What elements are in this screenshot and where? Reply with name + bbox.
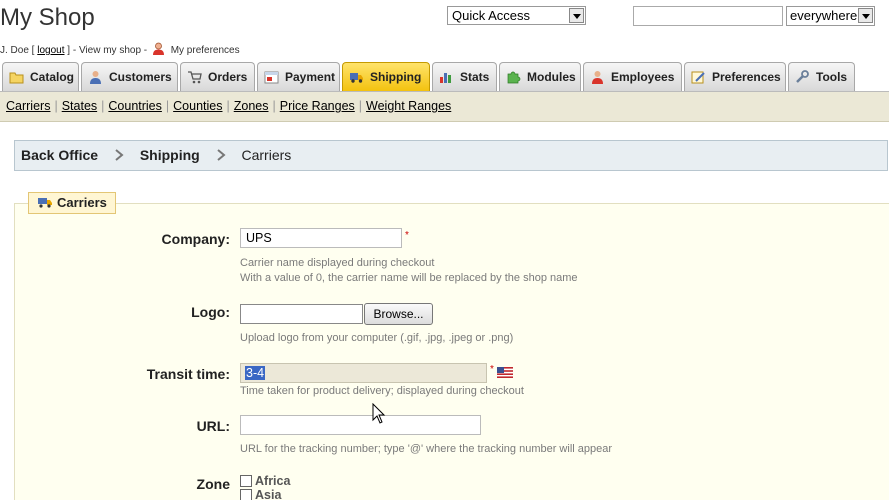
- tab-label: Stats: [460, 70, 490, 84]
- separator: |: [165, 99, 170, 113]
- tab-modules[interactable]: Modules: [499, 62, 581, 91]
- customer-icon: [90, 71, 101, 84]
- chevron-right-icon: [216, 149, 226, 161]
- separator: |: [226, 99, 230, 113]
- breadcrumb: Back Office Shipping Carriers: [14, 140, 888, 171]
- language-flag-icon[interactable]: [497, 367, 513, 378]
- preferences-icon: [691, 71, 705, 84]
- tab-label: Customers: [109, 70, 172, 84]
- tab-label: Shipping: [370, 70, 422, 84]
- tab-customers[interactable]: Customers: [81, 62, 178, 91]
- logo-hint: Upload logo from your computer (.gif, .j…: [240, 332, 514, 344]
- transit-time-hint: Time taken for product delivery; display…: [240, 385, 524, 397]
- checkbox[interactable]: [240, 475, 252, 487]
- subnav-counties[interactable]: Counties: [173, 99, 222, 113]
- puzzle-icon: [507, 71, 521, 84]
- payment-icon: [264, 71, 279, 84]
- company-label: Company:: [161, 231, 230, 247]
- transit-time-value: 3-4: [245, 366, 266, 380]
- mouse-cursor-icon: [372, 403, 386, 424]
- bar-chart-icon: [440, 73, 451, 83]
- subnav-weight-ranges[interactable]: Weight Ranges: [366, 99, 451, 113]
- subnav-price-ranges[interactable]: Price Ranges: [280, 99, 355, 113]
- url-label: URL:: [196, 418, 230, 434]
- tab-payment[interactable]: Payment: [257, 62, 340, 91]
- required-mark: *: [405, 230, 409, 241]
- tab-shipping[interactable]: Shipping: [342, 62, 430, 91]
- zone-option-label: Asia: [255, 488, 282, 500]
- separator: |: [272, 99, 276, 113]
- separator: |: [54, 99, 58, 113]
- company-hint-2: With a value of 0, the carrier name will…: [240, 272, 578, 284]
- user-name: J. Doe [: [0, 45, 35, 56]
- employee-icon: [592, 71, 603, 84]
- company-input[interactable]: UPS: [240, 228, 402, 248]
- legend-label: Carriers: [57, 195, 107, 210]
- tab-label: Tools: [816, 70, 848, 84]
- transit-time-input[interactable]: 3-4: [240, 363, 487, 383]
- tab-stats[interactable]: Stats: [432, 62, 497, 91]
- subnav-carriers[interactable]: Carriers: [6, 99, 50, 113]
- search-scope-value: everywhere: [790, 8, 858, 23]
- logout-link[interactable]: logout: [37, 45, 64, 56]
- view-shop-link[interactable]: ] - View my shop -: [67, 45, 147, 56]
- tab-label: Catalog: [30, 70, 75, 84]
- chevron-right-icon: [115, 149, 124, 161]
- truck-icon: [350, 73, 363, 83]
- form-legend: Carriers: [28, 192, 116, 214]
- separator: |: [101, 99, 105, 113]
- tab-label: Payment: [285, 70, 336, 84]
- user-preferences-icon: [152, 42, 164, 55]
- logo-file-input[interactable]: [240, 304, 363, 324]
- truck-icon: [38, 198, 52, 208]
- folder-icon: [9, 72, 24, 84]
- tab-label: Modules: [527, 70, 576, 84]
- tab-tools[interactable]: Tools: [788, 62, 855, 91]
- subnav-states[interactable]: States: [62, 99, 97, 113]
- cart-icon: [188, 71, 202, 84]
- user-line: J. Doe [ logout ] - View my shop - My pr…: [0, 42, 240, 56]
- logo-label: Logo:: [191, 304, 230, 320]
- breadcrumb-carriers: Carriers: [241, 147, 292, 163]
- wrench-icon: [796, 70, 809, 83]
- subnav-countries[interactable]: Countries: [108, 99, 162, 113]
- url-input[interactable]: [240, 415, 481, 435]
- breadcrumb-back-office[interactable]: Back Office: [21, 147, 98, 163]
- tab-label: Preferences: [712, 70, 781, 84]
- quick-access-select[interactable]: Quick Access: [447, 6, 586, 25]
- search-scope-select[interactable]: everywhere: [786, 6, 875, 26]
- main-tabs: Catalog Customers Orders Payment Shippin…: [0, 62, 889, 92]
- subnav-zones[interactable]: Zones: [234, 99, 269, 113]
- tab-preferences[interactable]: Preferences: [684, 62, 786, 91]
- zone-label: Zone: [196, 476, 230, 492]
- browse-button[interactable]: Browse...: [364, 303, 433, 325]
- tab-employees[interactable]: Employees: [583, 62, 682, 91]
- chevron-down-icon[interactable]: [858, 8, 873, 23]
- zone-option[interactable]: Asia: [240, 488, 281, 500]
- shop-title: My Shop: [0, 4, 95, 31]
- chevron-down-icon[interactable]: [569, 8, 584, 23]
- shipping-subnav: Carriers | States | Countries | Counties | Zones…: [0, 92, 889, 122]
- quick-access-value: Quick Access: [452, 8, 531, 23]
- my-preferences-link[interactable]: My preferences: [171, 45, 240, 56]
- tab-orders[interactable]: Orders: [180, 62, 255, 91]
- zone-option[interactable]: Africa: [240, 474, 290, 488]
- separator: |: [358, 99, 363, 113]
- zone-option-label: Africa: [255, 474, 291, 488]
- tab-label: Orders: [208, 70, 248, 84]
- transit-time-label: Transit time:: [146, 366, 230, 382]
- required-mark: *: [490, 364, 494, 375]
- search-input[interactable]: [633, 6, 783, 26]
- tab-catalog[interactable]: Catalog: [2, 62, 79, 91]
- url-hint: URL for the tracking number; type '@' wh…: [240, 443, 613, 455]
- checkbox[interactable]: [240, 489, 252, 500]
- company-hint-1: Carrier name displayed during checkout: [240, 257, 435, 269]
- breadcrumb-shipping[interactable]: Shipping: [140, 147, 200, 163]
- tab-label: Employees: [611, 70, 675, 84]
